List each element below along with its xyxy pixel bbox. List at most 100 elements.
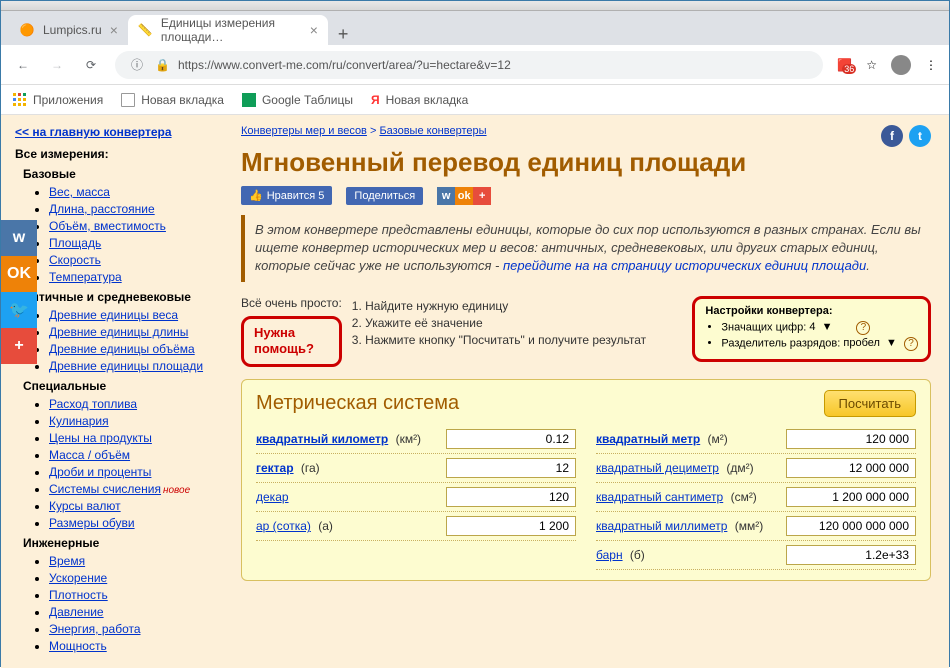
unit-row: квадратный дециметр (дм²) xyxy=(596,454,916,483)
tab-convertme[interactable]: 📏 Единицы измерения площади… × xyxy=(128,15,328,45)
system-title: Метрическая система xyxy=(256,392,459,415)
bookmarks-bar: Приложения Новая вкладка Google Таблицы … xyxy=(1,85,949,115)
sidebar-item[interactable]: Температура xyxy=(49,270,221,284)
unit-input[interactable] xyxy=(786,458,916,478)
share-more-button[interactable]: + xyxy=(1,328,37,364)
help-icon[interactable]: ? xyxy=(904,337,918,351)
unit-link[interactable]: квадратный километр xyxy=(256,432,388,446)
sidebar-item[interactable]: Вес, масса xyxy=(49,185,221,199)
fb-round-icon[interactable]: f xyxy=(881,125,903,147)
sidebar-item[interactable]: Энергия, работа xyxy=(49,622,221,636)
sidebar-item[interactable]: Ускорение xyxy=(49,571,221,585)
close-icon[interactable]: × xyxy=(310,22,318,38)
unit-input[interactable] xyxy=(786,487,916,507)
breadcrumb-link[interactable]: Базовые конвертеры xyxy=(379,125,486,137)
help-title: Всё очень просто: xyxy=(241,296,342,310)
apps-button[interactable]: Приложения xyxy=(13,93,103,107)
profile-icon[interactable] xyxy=(891,55,911,75)
calculate-button[interactable]: Посчитать xyxy=(824,390,916,417)
tab-strip: 🟠 Lumpics.ru × 📏 Единицы измерения площа… xyxy=(1,11,949,45)
sidebar-item[interactable]: Древние единицы веса xyxy=(49,308,221,322)
sig-digits-select[interactable]: 4 ▼ xyxy=(809,321,849,333)
bookmark-item[interactable]: ЯНовая вкладка xyxy=(371,93,468,107)
conversion-panel: Метрическая система Посчитать квадратный… xyxy=(241,379,931,581)
bookmark-item[interactable]: Google Таблицы xyxy=(242,93,353,107)
step: 3. Нажмите кнопку "Посчитать" и получите… xyxy=(352,333,683,347)
sidebar-item[interactable]: Древние единицы площади xyxy=(49,359,221,373)
sidebar-item[interactable]: Время xyxy=(49,554,221,568)
sidebar-item[interactable]: Расход топлива xyxy=(49,397,221,411)
unit-input[interactable] xyxy=(446,516,576,536)
bookmark-item[interactable]: Новая вкладка xyxy=(121,93,224,107)
extension-yandex[interactable]: 🟥 xyxy=(837,58,852,72)
fb-share-button[interactable]: Поделиться xyxy=(346,187,423,205)
sidebar-item[interactable]: Плотность xyxy=(49,588,221,602)
tab-lumpics[interactable]: 🟠 Lumpics.ru × xyxy=(9,15,128,45)
unit-input[interactable] xyxy=(446,458,576,478)
unit-input[interactable] xyxy=(786,545,916,565)
sidebar-item[interactable]: Давление xyxy=(49,605,221,619)
unit-link[interactable]: барн xyxy=(596,548,623,562)
sidebar-item[interactable]: Древние единицы длины xyxy=(49,325,221,339)
step: 1. Найдите нужную единицу xyxy=(352,299,683,313)
need-help-box[interactable]: Нужнапомощь? xyxy=(241,316,342,368)
share-ok-button[interactable]: OK xyxy=(1,256,37,292)
unit-input[interactable] xyxy=(446,487,576,507)
setting-sig-digits: Значащих цифр: 4 ▼ ? xyxy=(721,321,918,335)
close-icon[interactable]: × xyxy=(110,22,118,38)
share-twitter-button[interactable]: 🐦 xyxy=(1,292,37,328)
sidebar-item[interactable]: Дроби и проценты xyxy=(49,465,221,479)
tab-title: Единицы измерения площади… xyxy=(161,16,302,44)
help-icon[interactable]: ? xyxy=(856,321,870,335)
sidebar-item[interactable]: Древние единицы объёма xyxy=(49,342,221,356)
sidebar-group: Базовые xyxy=(23,167,221,181)
sidebar-item[interactable]: Курсы валют xyxy=(49,499,221,513)
unit-input[interactable] xyxy=(786,429,916,449)
separator-select[interactable]: пробел ▼ xyxy=(843,337,897,349)
unit-link[interactable]: квадратный сантиметр xyxy=(596,490,723,504)
sidebar-item[interactable]: Системы счисленияновое xyxy=(49,482,221,496)
info-icon[interactable]: ⓘ xyxy=(127,55,147,75)
sidebar-group: Античные и средневековые xyxy=(23,290,221,304)
share-vk-button[interactable]: w xyxy=(1,220,37,256)
menu-icon[interactable]: ⋮ xyxy=(925,58,937,72)
forward-button[interactable]: → xyxy=(47,55,67,75)
unit-row: квадратный миллиметр (мм²) xyxy=(596,512,916,541)
sidebar-item[interactable]: Цены на продукты xyxy=(49,431,221,445)
sidebar-item[interactable]: Кулинария xyxy=(49,414,221,428)
mini-plus-icon[interactable]: + xyxy=(473,187,491,205)
unit-link[interactable]: квадратный миллиметр xyxy=(596,519,727,533)
step: 2. Укажите её значение xyxy=(352,316,683,330)
back-to-home-link[interactable]: << на главную конвертера xyxy=(15,125,221,139)
bookmark-star-icon[interactable]: ☆ xyxy=(866,58,877,72)
sidebar-item[interactable]: Длина, расстояние xyxy=(49,202,221,216)
unit-input[interactable] xyxy=(786,516,916,536)
unit-link[interactable]: гектар xyxy=(256,461,294,475)
unit-row: декар xyxy=(256,483,576,512)
sidebar-item[interactable]: Мощность xyxy=(49,639,221,653)
mini-vk-icon[interactable]: w xyxy=(437,187,455,205)
social-rail: w OK 🐦 + xyxy=(1,220,37,364)
sidebar-item[interactable]: Масса / объём xyxy=(49,448,221,462)
fb-like-button[interactable]: 👍 Нравится 5 xyxy=(241,186,332,205)
unit-link[interactable]: ар (сотка) xyxy=(256,519,311,533)
unit-link[interactable]: квадратный дециметр xyxy=(596,461,719,475)
historic-link[interactable]: перейдите на на страницу исторических ед… xyxy=(503,258,866,273)
unit-input[interactable] xyxy=(446,429,576,449)
back-button[interactable]: ← xyxy=(13,55,33,75)
sidebar-item[interactable]: Объём, вместимость xyxy=(49,219,221,233)
unit-row: квадратный метр (м²) xyxy=(596,425,916,454)
unit-row: ар (сотка) (а) xyxy=(256,512,576,541)
apps-label: Приложения xyxy=(33,93,103,107)
address-bar[interactable]: ⓘ 🔒 https://www.convert-me.com/ru/conver… xyxy=(115,51,823,79)
reload-button[interactable]: ⟳ xyxy=(81,55,101,75)
unit-link[interactable]: квадратный метр xyxy=(596,432,700,446)
new-tab-button[interactable]: + xyxy=(328,24,359,45)
sidebar-item[interactable]: Площадь xyxy=(49,236,221,250)
unit-link[interactable]: декар xyxy=(256,490,289,504)
breadcrumb-link[interactable]: Конвертеры мер и весов xyxy=(241,125,367,137)
sidebar-item[interactable]: Скорость xyxy=(49,253,221,267)
sidebar-item[interactable]: Размеры обуви xyxy=(49,516,221,530)
tw-round-icon[interactable]: t xyxy=(909,125,931,147)
mini-ok-icon[interactable]: ok xyxy=(455,187,473,205)
